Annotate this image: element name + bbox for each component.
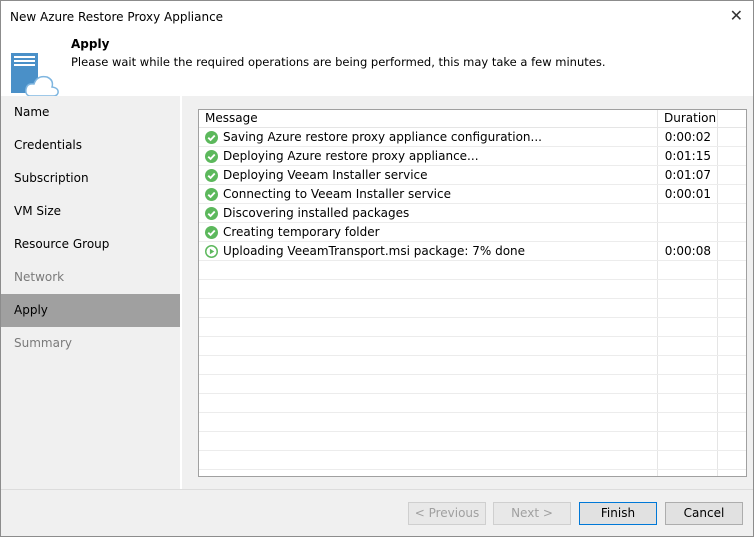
row-duration: 0:00:01 — [658, 185, 718, 203]
row-message: Deploying Azure restore proxy appliance.… — [223, 149, 479, 163]
wizard-window: New Azure Restore Proxy Appliance ✕ Appl… — [0, 0, 754, 537]
empty-row — [199, 299, 746, 318]
success-check-icon — [205, 168, 218, 182]
sidebar-item-summary: Summary — [14, 336, 72, 350]
success-check-icon — [205, 149, 218, 163]
empty-row — [199, 318, 746, 337]
row-duration: 0:01:15 — [658, 147, 718, 165]
page-subtitle: Please wait while the required operation… — [71, 55, 606, 69]
table-row[interactable]: Deploying Azure restore proxy appliance.… — [199, 147, 746, 166]
column-header-duration[interactable]: Duration — [658, 110, 718, 127]
row-duration: 0:01:07 — [658, 166, 718, 184]
row-duration: 0:00:02 — [658, 128, 718, 146]
sidebar-item-vm-size[interactable]: VM Size — [1, 195, 180, 228]
row-duration — [658, 223, 718, 241]
sidebar-item-apply[interactable]: Apply — [1, 294, 180, 327]
title-bar: New Azure Restore Proxy Appliance ✕ — [1, 1, 753, 33]
table-row[interactable]: Uploading VeeamTransport.msi package: 7%… — [199, 242, 746, 261]
wizard-header: Apply Please wait while the required ope… — [1, 33, 753, 97]
sidebar-item-network: Network — [14, 270, 65, 284]
close-icon[interactable]: ✕ — [730, 6, 743, 25]
table-row[interactable]: Creating temporary folder — [199, 223, 746, 242]
empty-row — [199, 261, 746, 280]
success-check-icon — [205, 206, 218, 220]
sidebar-item-name[interactable]: Name — [1, 96, 180, 129]
row-message: Saving Azure restore proxy appliance con… — [223, 130, 542, 144]
row-duration: 0:00:08 — [658, 242, 718, 260]
button-bar: < Previous Next > Finish Cancel — [1, 489, 753, 536]
table-row[interactable]: Connecting to Veeam Installer service 0:0… — [199, 185, 746, 204]
empty-row — [199, 470, 746, 476]
finish-button[interactable]: Finish — [579, 502, 657, 525]
table-row[interactable]: Deploying Veeam Installer service 0:01:07 — [199, 166, 746, 185]
running-play-icon — [205, 244, 218, 258]
sidebar-item-resource-group[interactable]: Resource Group — [1, 228, 180, 261]
next-button[interactable]: Next > — [493, 502, 571, 525]
empty-row — [199, 356, 746, 375]
empty-row — [199, 280, 746, 299]
row-message: Connecting to Veeam Installer service — [223, 187, 451, 201]
previous-button[interactable]: < Previous — [408, 502, 486, 525]
success-check-icon — [205, 130, 218, 144]
server-cloud-icon — [11, 53, 59, 97]
page-title: Apply — [71, 37, 110, 51]
empty-row — [199, 337, 746, 356]
column-header-message[interactable]: Message — [199, 110, 658, 127]
empty-row — [199, 394, 746, 413]
sidebar-item-subscription[interactable]: Subscription — [1, 162, 180, 195]
row-message: Uploading VeeamTransport.msi package: 7%… — [223, 244, 526, 258]
operations-log-table: Message Duration Saving Azure restore pr… — [198, 109, 747, 477]
table-header: Message Duration — [199, 110, 746, 128]
empty-row — [199, 451, 746, 470]
row-duration — [658, 204, 718, 222]
window-title: New Azure Restore Proxy Appliance — [10, 10, 224, 24]
row-message: Creating temporary folder — [223, 225, 380, 239]
main-panel: Message Duration Saving Azure restore pr… — [182, 96, 753, 489]
empty-row — [199, 413, 746, 432]
wizard-steps: Name Credentials Subscription VM Size Resour… — [1, 96, 181, 489]
empty-row — [199, 375, 746, 394]
row-message: Discovering installed packages — [223, 206, 410, 220]
row-message: Deploying Veeam Installer service — [223, 168, 428, 182]
sidebar-item-credentials[interactable]: Credentials — [1, 129, 180, 162]
cancel-button[interactable]: Cancel — [665, 502, 743, 525]
empty-row — [199, 432, 746, 451]
success-check-icon — [205, 225, 218, 239]
table-row[interactable]: Discovering installed packages — [199, 204, 746, 223]
success-check-icon — [205, 187, 218, 201]
table-row[interactable]: Saving Azure restore proxy appliance con… — [199, 128, 746, 147]
